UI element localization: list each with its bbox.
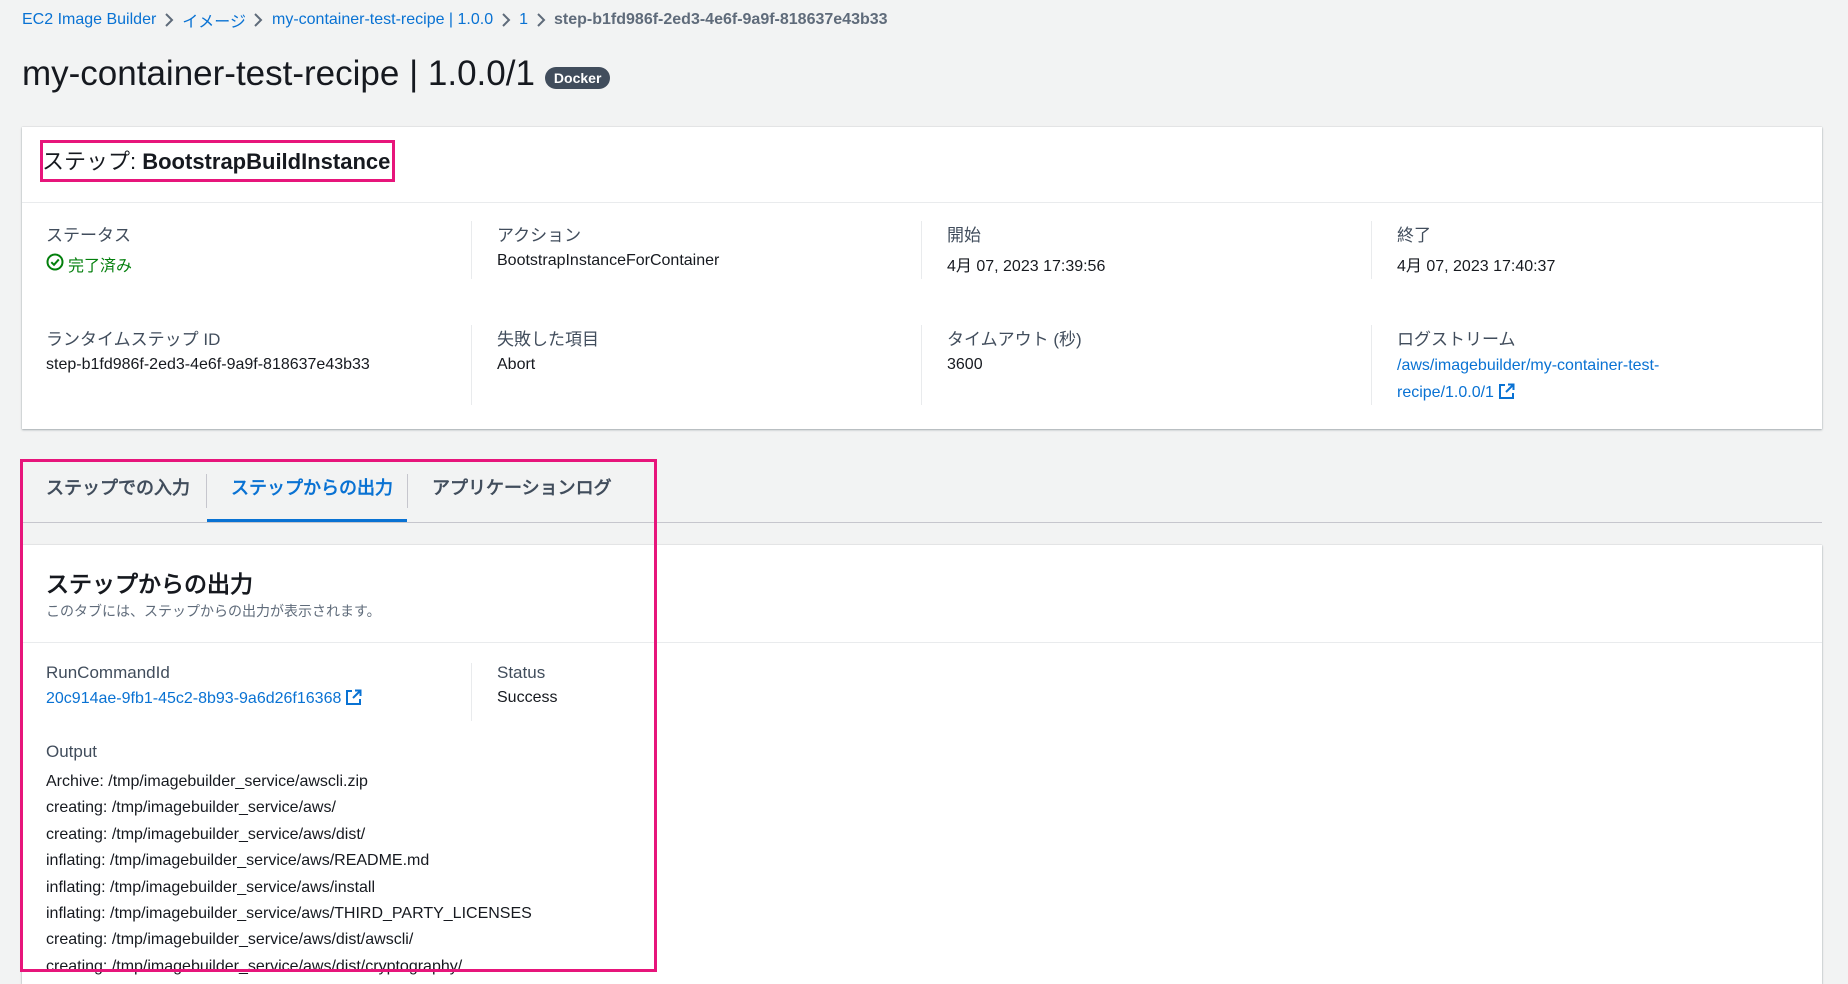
output-log: Archive: /tmp/imagebuilder_service/awscl… [46, 769, 532, 980]
runtime-step-id-label: ランタイムステップ ID [46, 330, 221, 349]
run-command-field: RunCommandId 20c914ae-9fb1-45c2-8b93-9a6… [46, 663, 362, 708]
log-stream-field: ログストリーム /aws/imagebuilder/my-container-t… [1397, 325, 1659, 406]
output-status-value: Success [497, 689, 558, 706]
output-status-field: Status Success [497, 663, 557, 707]
status-text: 完了済み [68, 258, 133, 275]
column-divider [921, 221, 922, 279]
action-field: アクション BootstrapInstanceForContainer [497, 221, 719, 270]
status-field: ステータス 完了済み [46, 221, 132, 276]
run-command-link[interactable]: 20c914ae-9fb1-45c2-8b93-9a6d26f16368 [46, 689, 362, 708]
run-command-label: RunCommandId [46, 663, 170, 682]
output-line: inflating: /tmp/imagebuilder_service/aws… [46, 852, 430, 870]
chevron-right-icon [156, 11, 182, 29]
log-stream-line1: /aws/imagebuilder/my-container-test- [1397, 357, 1660, 374]
tab-list: ステップでの入力 ステップからの出力 アプリケーションログ [22, 460, 1822, 523]
step-title-prefix: ステップ: [42, 149, 143, 174]
breadcrumb-ec2-image-builder[interactable]: EC2 Image Builder [22, 11, 156, 29]
chevron-right-icon [493, 11, 519, 29]
output-line: creating: /tmp/imagebuilder_service/aws/… [46, 825, 366, 843]
step-details-card: ステップ: BootstrapBuildInstance ステータス 完了済み … [22, 127, 1822, 429]
chevron-right-icon [528, 11, 554, 29]
step-title-name: BootstrapBuildInstance [142, 149, 391, 174]
start-label: 開始 [947, 226, 981, 245]
timeout-label: タイムアウト (秒) [947, 330, 1082, 349]
status-label: ステータス [46, 226, 131, 245]
output-line: Archive: /tmp/imagebuilder_service/awscl… [46, 773, 368, 790]
breadcrumb-images[interactable]: イメージ [182, 8, 246, 32]
log-stream-line2: recipe/1.0.0/1 [1397, 384, 1494, 401]
external-link-icon [1494, 383, 1515, 401]
chevron-right-icon [246, 11, 272, 29]
action-value: BootstrapInstanceForContainer [497, 252, 720, 269]
output-line: inflating: /tmp/imagebuilder_service/aws… [46, 905, 532, 923]
column-divider [471, 325, 472, 405]
docker-badge: Docker [544, 67, 611, 89]
output-label: Output [46, 742, 98, 761]
output-line: inflating: /tmp/imagebuilder_service/aws… [46, 878, 376, 896]
tab-application-log[interactable]: アプリケーションログ [408, 460, 648, 522]
run-command-value: 20c914ae-9fb1-45c2-8b93-9a6d26f16368 [46, 690, 342, 707]
output-title: ステップからの出力 [46, 571, 253, 597]
action-label: アクション [497, 226, 582, 245]
log-stream-link[interactable]: /aws/imagebuilder/my-container-test- rec… [1397, 352, 1659, 406]
timeout-value: 3600 [947, 356, 983, 373]
tab-step-input[interactable]: ステップでの入力 [22, 460, 206, 522]
breadcrumb-recipe[interactable]: my-container-test-recipe | 1.0.0 [272, 11, 493, 29]
column-divider [921, 325, 922, 405]
check-circle-icon [46, 253, 64, 276]
failed-item-field: 失敗した項目 Abort [497, 325, 599, 374]
tab-step-output[interactable]: ステップからの出力 [207, 460, 407, 522]
start-value: 4月 07, 2023 17:39:56 [947, 258, 1106, 275]
output-description: このタブには、ステップからの出力が表示されます。 [46, 603, 381, 619]
timeout-field: タイムアウト (秒) 3600 [947, 325, 1082, 374]
failed-item-label: 失敗した項目 [497, 330, 599, 349]
log-stream-label: ログストリーム [1397, 330, 1516, 349]
status-value: 完了済み [46, 252, 132, 276]
column-divider [471, 221, 472, 279]
step-output-card: ステップからの出力 このタブには、ステップからの出力が表示されます。 RunCo… [22, 545, 1822, 984]
output-label-wrap: Output [46, 742, 97, 762]
page-title-row: my-container-test-recipe | 1.0.0/1 Docke… [22, 54, 611, 94]
runtime-step-id-field: ランタイムステップ ID step-b1fd986f-2ed3-4e6f-9a9… [46, 325, 370, 374]
output-line: creating: /tmp/imagebuilder_service/aws/… [46, 931, 414, 949]
output-status-label: Status [497, 663, 546, 682]
breadcrumb: EC2 Image Builder イメージ my-container-test… [22, 8, 888, 32]
output-line: creating: /tmp/imagebuilder_service/aws/ [46, 799, 336, 817]
end-label: 終了 [1397, 226, 1431, 245]
end-field: 終了 4月 07, 2023 17:40:37 [1397, 221, 1555, 276]
page-title: my-container-test-recipe | 1.0.0/1 [22, 54, 535, 93]
breadcrumb-current: step-b1fd986f-2ed3-4e6f-9a9f-818637e43b3… [554, 11, 888, 28]
breadcrumb-build-version[interactable]: 1 [519, 11, 528, 29]
failed-item-value: Abort [497, 356, 536, 373]
end-value: 4月 07, 2023 17:40:37 [1397, 258, 1556, 275]
step-card-header: ステップ: BootstrapBuildInstance [22, 127, 1822, 203]
start-field: 開始 4月 07, 2023 17:39:56 [947, 221, 1105, 276]
column-divider [471, 663, 472, 721]
output-card-header: ステップからの出力 このタブには、ステップからの出力が表示されます。 [22, 545, 1822, 643]
column-divider [1371, 221, 1372, 279]
step-title: ステップ: BootstrapBuildInstance [42, 144, 390, 176]
external-link-icon [341, 689, 362, 707]
column-divider [1371, 325, 1372, 405]
runtime-step-id-value: step-b1fd986f-2ed3-4e6f-9a9f-818637e43b3… [46, 356, 370, 373]
output-line: creating: /tmp/imagebuilder_service/aws/… [46, 957, 463, 975]
